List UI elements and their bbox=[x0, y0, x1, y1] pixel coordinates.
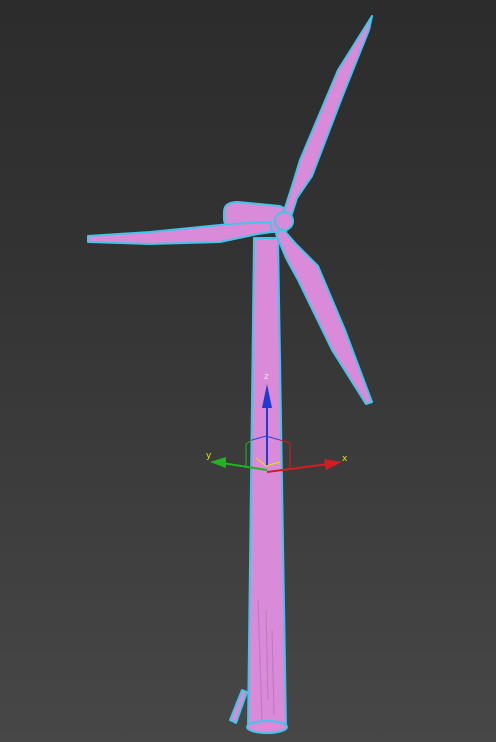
gizmo-y-label: y bbox=[206, 451, 212, 461]
gizmo-y-arrowhead[interactable] bbox=[210, 457, 226, 468]
blade-left[interactable] bbox=[87, 221, 273, 245]
viewport-canvas[interactable]: z x y bbox=[0, 0, 496, 742]
rotor-hub[interactable] bbox=[274, 211, 294, 231]
wind-turbine-model[interactable] bbox=[87, 15, 373, 734]
blade-lower[interactable] bbox=[275, 227, 373, 405]
blade-upper[interactable] bbox=[282, 15, 373, 221]
tower-base[interactable] bbox=[246, 720, 288, 734]
gizmo-x-label: x bbox=[342, 454, 348, 464]
gizmo-x-arrowhead[interactable] bbox=[324, 459, 342, 470]
tower-ladder[interactable] bbox=[229, 689, 248, 724]
viewport-3d[interactable]: z x y bbox=[0, 0, 496, 742]
gizmo-z-label: z bbox=[264, 372, 269, 382]
